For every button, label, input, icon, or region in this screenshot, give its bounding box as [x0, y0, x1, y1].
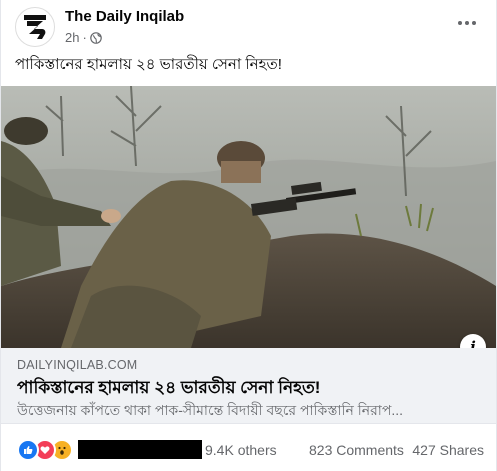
more-options-dot — [472, 21, 476, 25]
redacted-names — [78, 440, 202, 459]
post-image[interactable] — [1, 86, 496, 348]
shares-count[interactable]: 427 Shares — [412, 442, 484, 458]
post-timestamp[interactable]: 2h — [65, 30, 79, 45]
post-caption: পাকিস্তানের হামলায় ২৪ ভারতীয় সেনা নিহত… — [15, 56, 282, 73]
page-name[interactable]: The Daily Inqilab — [65, 8, 184, 25]
post-meta: 2h · — [65, 30, 102, 45]
globe-icon — [90, 31, 102, 44]
link-preview[interactable]: DAILYINQILAB.COM পাকিস্তানের হামলায় ২৪ … — [1, 348, 496, 424]
inqilab-logo-icon — [24, 15, 46, 39]
meta-separator: · — [82, 30, 87, 45]
link-description: উত্তেজনায় কাঁপতে থাকা পাক-সীমান্তে বিদা… — [17, 402, 404, 418]
more-options-dot — [465, 21, 469, 25]
page-avatar[interactable] — [15, 7, 55, 47]
reactions-others-count[interactable]: 9.4K others — [205, 442, 277, 458]
more-options-button[interactable] — [456, 12, 478, 34]
engagement-bar: 9.4K others 823 Comments 427 Shares — [1, 430, 496, 470]
reactions-summary[interactable] — [17, 439, 73, 461]
like-icon — [17, 439, 39, 461]
more-options-icon — [458, 21, 462, 25]
link-domain: DAILYINQILAB.COM — [17, 358, 138, 372]
soldiers-photo — [1, 86, 496, 348]
comments-count[interactable]: 823 Comments — [309, 442, 404, 458]
post-header: The Daily Inqilab 2h · — [1, 0, 496, 50]
facebook-post: The Daily Inqilab 2h · পাকিস্তানের হামলা… — [0, 0, 497, 471]
